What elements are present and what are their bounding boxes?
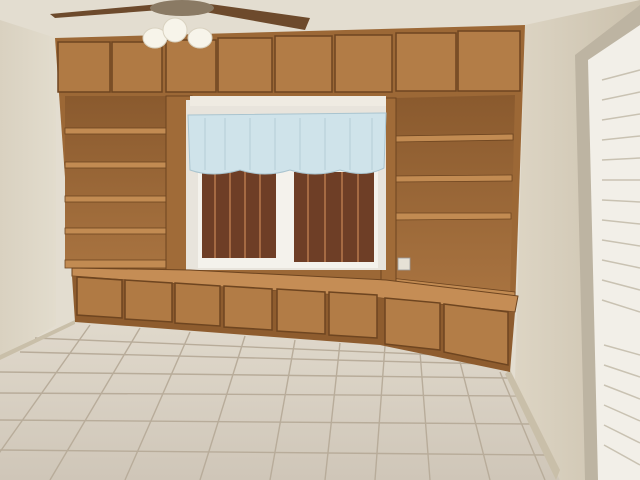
window	[187, 112, 411, 271]
louvered-door	[575, 5, 640, 480]
left-wall	[0, 20, 56, 360]
curtain-valance	[187, 112, 387, 175]
room-illustration	[0, 0, 640, 480]
room-scene	[0, 0, 640, 480]
built-in-bookcase	[55, 25, 525, 372]
